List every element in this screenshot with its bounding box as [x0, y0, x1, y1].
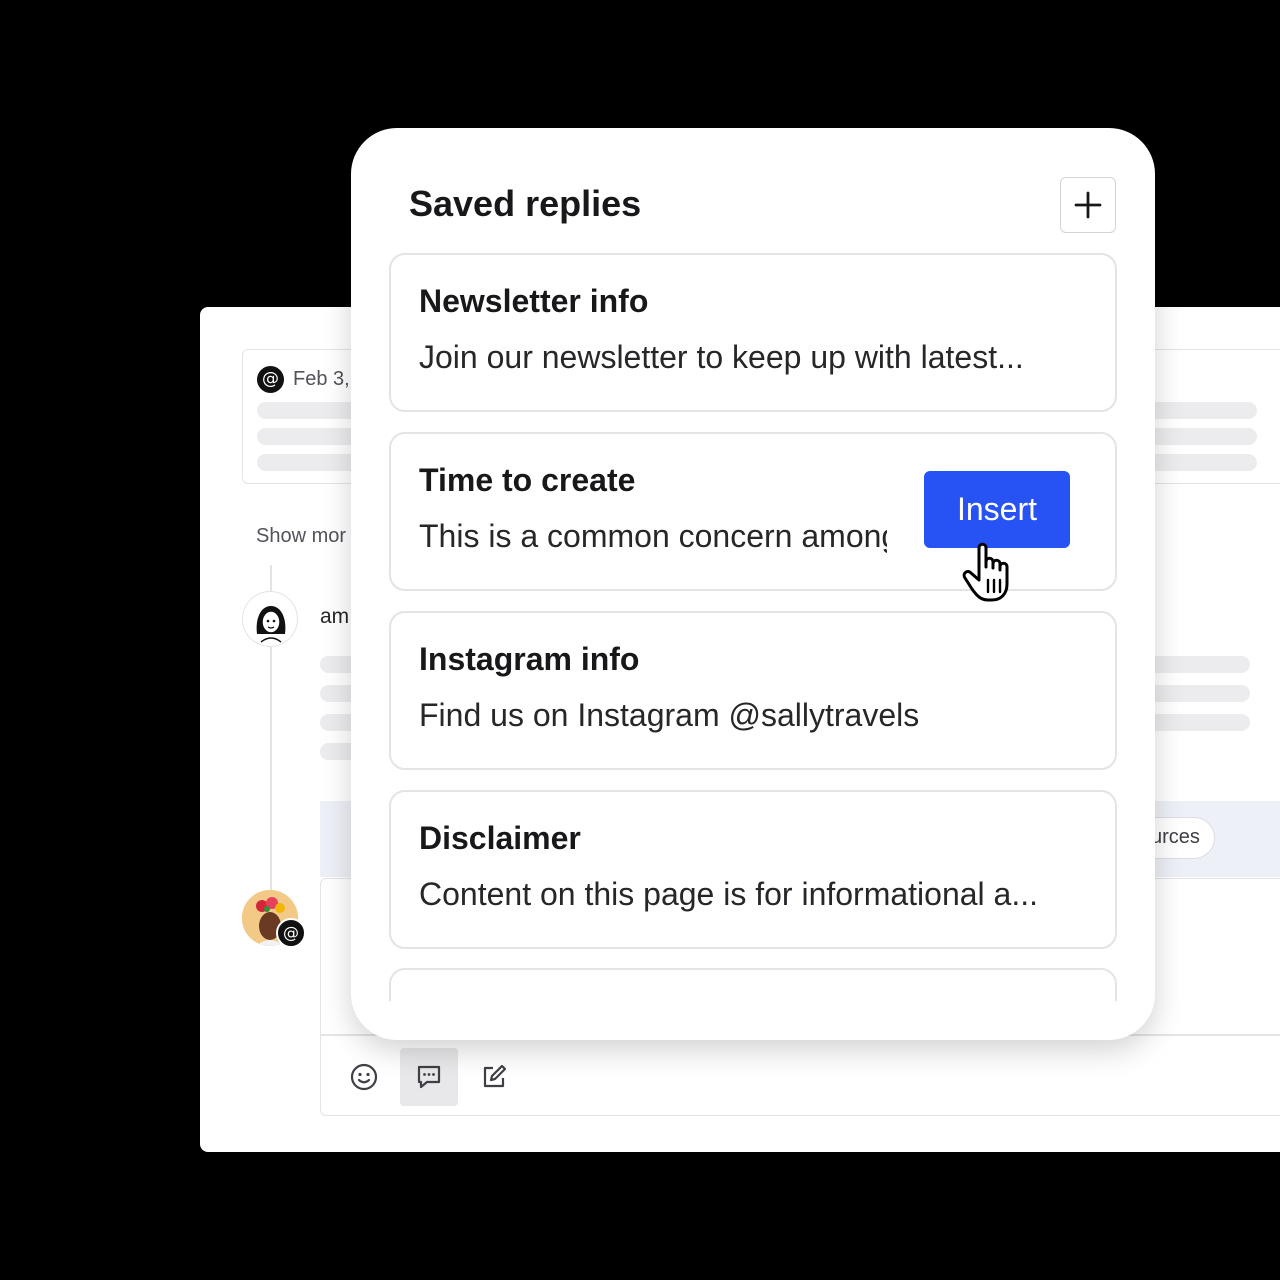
saved-reply-preview: This is a common concern among — [419, 518, 887, 554]
saved-replies-popover: Saved replies Newsletter info Join our n… — [351, 128, 1155, 1040]
edit-icon — [483, 1064, 507, 1088]
avatar-illustration-icon — [256, 606, 286, 643]
saved-reply-title: Disclaimer — [419, 820, 581, 856]
saved-reply-preview: Find us on Instagram @sallytravels — [419, 697, 920, 733]
saved-replies-list: Newsletter info Join our newsletter to k… — [389, 253, 1117, 1001]
author-name: am — [320, 605, 350, 628]
saved-reply-item[interactable]: Disclaimer Content on this page is for i… — [389, 790, 1117, 949]
edit-button[interactable] — [465, 1048, 523, 1106]
saved-reply-title: Time to create — [419, 462, 636, 498]
insert-button[interactable]: Insert — [924, 471, 1070, 548]
saved-replies-icon — [417, 1065, 441, 1089]
popover-title: Saved replies — [409, 183, 642, 224]
saved-reply-preview: Join our newsletter to keep up with late… — [419, 339, 1024, 375]
emoji-icon — [350, 1063, 378, 1091]
post-date: Feb 3, — [293, 368, 350, 390]
saved-reply-item[interactable]: Instagram info Find us on Instagram @sal… — [389, 611, 1117, 770]
emoji-button[interactable] — [335, 1048, 393, 1106]
saved-reply-item[interactable]: Newsletter info Join our newsletter to k… — [389, 253, 1117, 412]
threads-icon: @ — [257, 366, 284, 393]
saved-replies-button[interactable] — [400, 1048, 458, 1106]
show-more-link[interactable]: Show mor — [256, 525, 346, 548]
saved-reply-title: Newsletter info — [419, 283, 649, 319]
saved-reply-item[interactable]: Time to create This is a common concern … — [389, 432, 1117, 602]
avatar[interactable] — [242, 591, 298, 647]
saved-reply-title: Instagram info — [419, 641, 640, 677]
saved-reply-item[interactable] — [389, 968, 1117, 1001]
plus-icon — [1074, 191, 1102, 219]
add-saved-reply-button[interactable] — [1060, 177, 1116, 233]
threads-icon: @ — [276, 918, 306, 948]
saved-reply-preview: Content on this page is for informationa… — [419, 876, 1039, 912]
hand-cursor-icon — [962, 542, 1009, 602]
